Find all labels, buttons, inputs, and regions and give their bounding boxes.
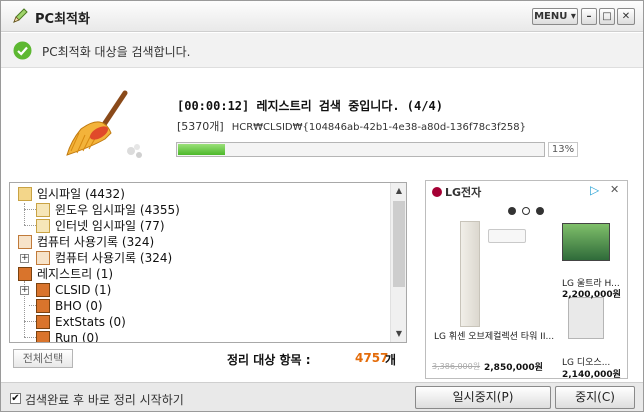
product-image-dryer[interactable] [568,297,604,339]
auto-clean-checkbox[interactable]: ✔ [10,393,21,404]
cleanup-summary: 정리 대상 항목 : 4757 개 [227,351,396,368]
tree-item-label: Run (0) [55,331,99,343]
scrollbar-thumb[interactable] [393,201,405,287]
ad-product-price: 2,850,000원 [484,363,543,373]
cleanup-tree-panel: 임시파일 (4432) 윈도우 임시파일 (4355) 인터넷 임시파일 (77… [9,182,407,343]
tree-guide-line [24,337,36,338]
tree-item-label: 레지스트리 (1) [37,267,114,281]
window-title: PC최적화 [35,12,90,27]
tree-item-label: 임시파일 (4432) [37,187,125,201]
pause-button[interactable]: 일시중지(P) [415,386,551,409]
product-image-air-conditioner-wall[interactable] [488,229,526,243]
scan-current-item: [5370개] HCR₩CLSID₩{104846ab-42b1-4e38-a80… [177,118,526,134]
advertisement-panel[interactable]: LG전자 ▷ ✕ LG 휘센 오브제컬렉션 타워 II... 3,386,000… [425,180,628,379]
scroll-up-arrow-icon[interactable]: ▲ [391,183,406,199]
tree-item-label: 윈도우 임시파일 (4355) [55,203,180,217]
tree-guide-line [24,321,36,322]
scan-progress-bar [176,142,545,157]
lg-logo-icon [432,187,442,197]
tree-item-label: BHO (0) [55,299,103,313]
cleanup-tree: 임시파일 (4432) 윈도우 임시파일 (4355) 인터넷 임시파일 (77… [10,183,390,342]
bottom-bar: ✔ 검색완료 후 바로 정리 시작하기 일시중지(P) 중지(C) [1,382,643,411]
status-message: PC최적화 대상을 검색합니다. [42,45,191,59]
summary-unit: 개 [385,353,397,367]
scan-progress-fill [178,144,225,155]
broom-icon [66,90,142,158]
scan-item-count: [5370개] [177,120,224,133]
tree-item-label: 컴퓨터 사용기록 (324) [37,235,155,249]
tree-item-label: ExtStats (0) [55,315,126,329]
tree-guide-line [24,209,36,210]
scan-progress-percent: 13% [548,142,578,157]
carousel-dot-active[interactable] [508,207,516,215]
carousel-dot[interactable] [522,207,530,215]
ad-choices-icon[interactable]: ▷ [590,183,599,197]
registry-icon [36,315,50,329]
history-icon [36,251,50,265]
ad-brand-name: LG전자 [445,186,482,199]
scan-current-path: HCR₩CLSID₩{104846ab-42b1-4e38-a80d-136f7… [231,122,526,133]
tree-item-label: 컴퓨터 사용기록 (324) [55,251,173,265]
ad-brand: LG전자 [432,184,481,200]
ad-close-icon[interactable]: ✕ [610,183,619,196]
ad-product-old-price: 3,386,000원 [432,362,481,371]
registry-icon [18,267,32,281]
product-image-air-conditioner-tower[interactable] [460,221,480,327]
menu-button[interactable]: MENU ▾ [532,8,578,25]
scroll-down-arrow-icon[interactable]: ▼ [391,326,406,342]
stop-button[interactable]: 중지(C) [555,386,635,409]
pc-optimizer-window: PC최적화 MENU ▾ – □ ✕ PC최적화 대상을 검색합니다. [00:… [0,0,644,412]
expand-toggle[interactable]: + [20,286,29,295]
ad-product-price: 2,200,000원 [562,290,621,300]
pencil-icon [13,8,28,23]
auto-clean-label[interactable]: 검색완료 후 바로 정리 시작하기 [25,391,184,408]
product-image-tv[interactable] [562,223,610,261]
maximize-button[interactable]: □ [599,8,615,25]
folder-icon [18,187,32,201]
tree-guide-line [24,203,25,225]
scan-headline: [00:00:12] 레지스트리 검색 중입니다. (4/4) [177,99,443,113]
check-circle-icon [13,41,32,60]
registry-icon [36,283,50,297]
ad-product-name[interactable]: LG 휘센 오브제컬렉션 타워 II... [434,329,554,342]
select-all-button[interactable]: 전체선택 [13,349,73,368]
tree-scrollbar[interactable]: ▲ ▼ [390,183,406,342]
history-icon [18,235,32,249]
ad-product-price: 2,140,000원 [562,370,621,379]
title-bar: PC최적화 MENU ▾ – □ ✕ [1,1,643,32]
temp-file-icon [36,219,50,233]
expand-toggle[interactable]: + [20,254,29,263]
temp-file-icon [36,203,50,217]
tree-item-label: CLSID (1) [55,283,112,297]
summary-count: 4757 [355,351,389,365]
registry-icon [36,331,50,342]
close-button[interactable]: ✕ [617,8,635,25]
tree-guide-line [29,305,36,306]
registry-icon [36,299,50,313]
ad-carousel-dots[interactable] [508,204,550,218]
carousel-dot[interactable] [536,207,544,215]
tree-item-label: 인터넷 임시파일 (77) [55,219,165,233]
minimize-button[interactable]: – [581,8,597,25]
summary-label: 정리 대상 항목 : [227,353,311,367]
status-header: PC최적화 대상을 검색합니다. [1,33,643,68]
tree-guide-line [24,225,36,226]
